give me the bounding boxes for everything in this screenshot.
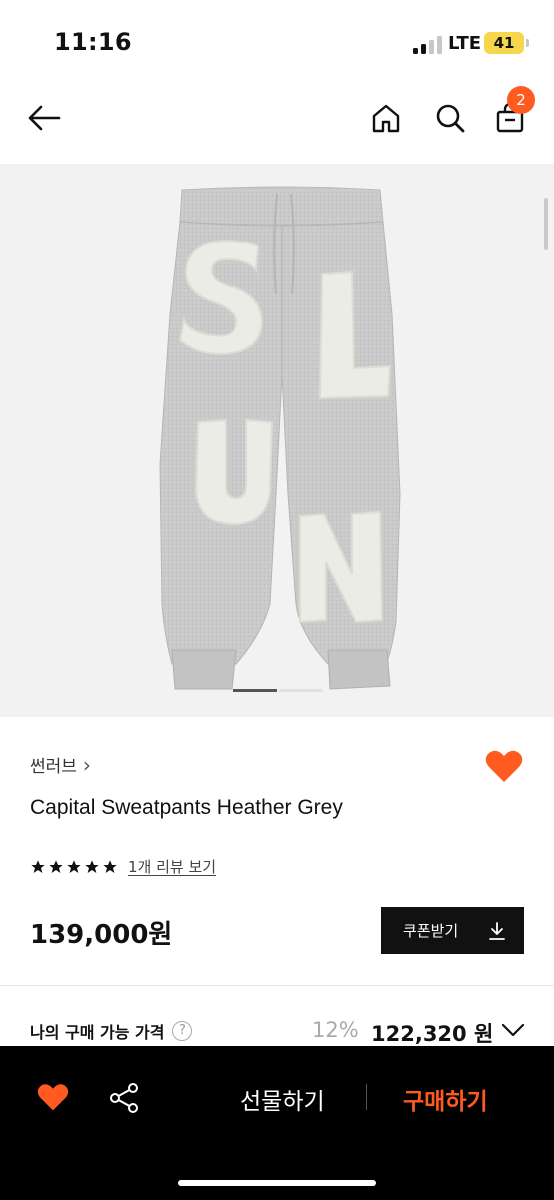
signal-icon — [413, 36, 443, 54]
bottom-action-bar: 선물하기 구매하기 — [0, 1046, 554, 1200]
home-indicator — [178, 1180, 376, 1186]
home-icon — [372, 104, 400, 133]
help-icon[interactable]: ? — [172, 1021, 193, 1041]
star-icon — [85, 859, 99, 873]
arrow-left-icon — [28, 105, 61, 131]
gift-button[interactable]: 선물하기 — [240, 1082, 325, 1116]
chevron-right-icon: › — [82, 752, 91, 777]
rating-row: 1개 리뷰 보기 — [30, 856, 216, 877]
back-button[interactable] — [22, 96, 66, 140]
rating-stars — [30, 859, 118, 875]
buy-button[interactable]: 구매하기 — [403, 1082, 488, 1116]
bottom-wishlist-button[interactable] — [36, 1082, 70, 1112]
carousel-indicator — [233, 689, 323, 692]
status-bar: 11:16 LTE 41 — [0, 0, 554, 80]
star-icon — [49, 859, 63, 873]
cart-count-badge: 2 — [507, 86, 535, 114]
discount-price: 122,320 원 — [371, 1022, 494, 1046]
sweatpants-image — [159, 186, 401, 690]
wishlist-button[interactable] — [484, 748, 524, 784]
network-type: LTE — [448, 33, 482, 54]
star-icon — [31, 859, 45, 873]
share-icon — [110, 1083, 138, 1113]
top-nav — [0, 80, 554, 164]
chevron-down-icon[interactable] — [501, 1022, 525, 1038]
star-icon — [67, 859, 81, 873]
divider — [0, 985, 554, 986]
battery-icon: 41 — [484, 32, 529, 54]
coupon-label: 쿠폰받기 — [403, 922, 459, 940]
search-icon — [436, 104, 465, 133]
brand-name: 썬러브 — [30, 757, 77, 777]
product-price: 139,000원 — [30, 920, 173, 950]
heart-filled-icon — [37, 1084, 69, 1111]
search-button[interactable] — [428, 96, 472, 140]
carousel-dot — [279, 689, 323, 692]
discount-rate: 12% — [312, 1018, 359, 1042]
product-image[interactable] — [0, 164, 554, 717]
brand-link[interactable]: 썬러브 › — [30, 752, 91, 778]
share-button[interactable] — [108, 1082, 140, 1114]
my-price-row[interactable]: 나의 구매 가능 가격 ? 12% 122,320 원 — [30, 1016, 525, 1048]
separator — [366, 1084, 367, 1110]
my-price-label: 나의 구매 가능 가격 — [30, 1023, 165, 1042]
product-name: Capital Sweatpants Heather Grey — [30, 796, 343, 819]
status-time: 11:16 — [54, 28, 132, 56]
star-icon — [103, 859, 117, 873]
carousel-dot-active — [233, 689, 277, 692]
download-icon — [489, 921, 505, 940]
coupon-button[interactable]: 쿠폰받기 — [381, 907, 524, 954]
review-link[interactable]: 1개 리뷰 보기 — [128, 856, 216, 877]
home-button[interactable] — [364, 96, 408, 140]
heart-filled-icon — [485, 750, 523, 782]
scroll-indicator — [544, 198, 548, 250]
my-price-label-group: 나의 구매 가능 가격 ? — [30, 1019, 193, 1043]
